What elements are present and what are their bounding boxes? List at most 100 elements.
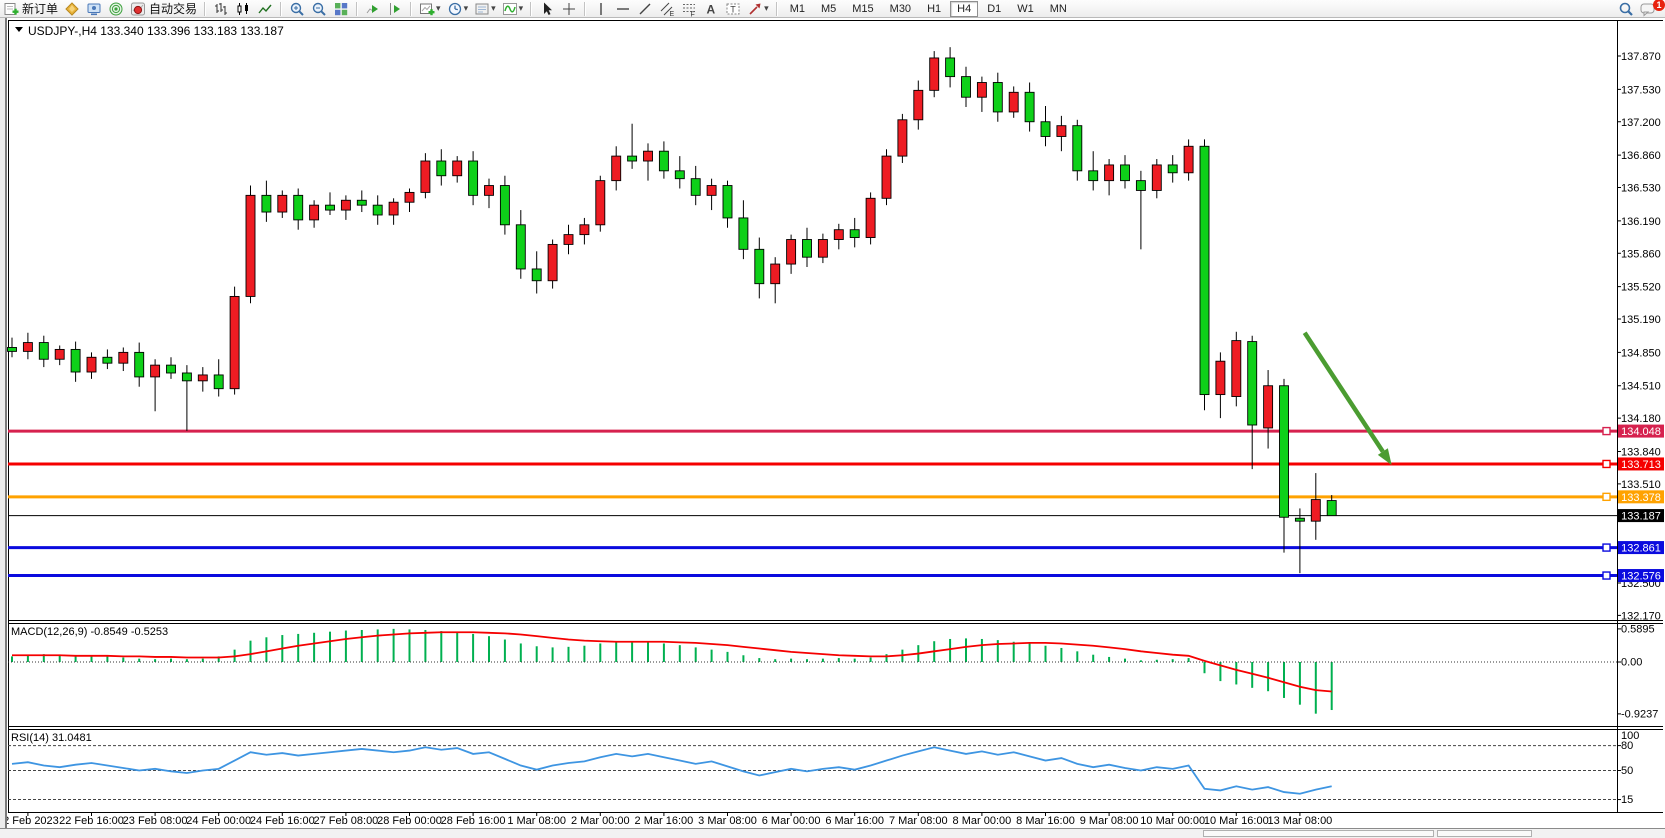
chat-button[interactable]: 1	[1638, 1, 1658, 17]
time-axis: 22 Feb 202322 Feb 16:0023 Feb 08:0024 Fe…	[0, 812, 1332, 827]
toolbar-separator	[204, 2, 206, 16]
price-badge-value: 132.576	[1621, 571, 1661, 583]
time-tick: 3 Mar 08:00	[698, 815, 757, 827]
toolbar-separator	[584, 2, 586, 16]
auto-scroll-button[interactable]	[363, 1, 383, 17]
templates-button[interactable]: ▾	[472, 1, 498, 17]
price-badge-value: 132.861	[1621, 543, 1661, 555]
arrows-button[interactable]: ▾	[745, 1, 771, 17]
timeframe-M15[interactable]: M15	[845, 1, 880, 17]
text-button[interactable]: A	[701, 1, 721, 17]
price-tick: 134.180	[1621, 413, 1661, 425]
fibonacci-button[interactable]: F	[679, 1, 699, 17]
candle	[675, 171, 684, 179]
time-tick: 22 Feb 16:00	[59, 815, 124, 827]
symbol-ohlc-title: USDJPY-,H4 133.340 133.396 133.183 133.1…	[28, 24, 284, 38]
timeframe-M1[interactable]: M1	[783, 1, 812, 17]
tile-windows-button[interactable]	[331, 1, 351, 17]
time-tick: 24 Feb 16:00	[250, 815, 315, 827]
chevron-down-icon[interactable]: ▾	[436, 3, 441, 14]
search-button[interactable]	[1616, 1, 1636, 17]
price-tick: 137.530	[1621, 84, 1661, 96]
hline-handle[interactable]	[1603, 544, 1610, 551]
candle	[914, 90, 923, 119]
chevron-down-icon[interactable]: ▾	[491, 3, 496, 14]
chart-title: USDJPY-,H4 133.340 133.396 133.183 133.1…	[15, 24, 284, 38]
text-label-button[interactable]: T	[723, 1, 743, 17]
hline-handle[interactable]	[1603, 460, 1610, 467]
zoom-in-button[interactable]	[287, 1, 307, 17]
timeframe-H4[interactable]: H4	[950, 1, 978, 17]
zoom-out-button[interactable]	[309, 1, 329, 17]
timeframe-H1[interactable]: H1	[920, 1, 948, 17]
new-chart-plus-icon	[419, 1, 435, 17]
vertical-line-button[interactable]	[591, 1, 611, 17]
line-chart-icon	[257, 1, 273, 17]
timeframe-MN[interactable]: MN	[1043, 1, 1074, 17]
price-tick: 136.530	[1621, 183, 1661, 195]
price-tick: 136.860	[1621, 150, 1661, 162]
price-tick: 137.870	[1621, 51, 1661, 63]
indicators-button[interactable]: ▾	[500, 1, 526, 17]
bars-chart-icon	[213, 1, 229, 17]
hline-handle[interactable]	[1603, 428, 1610, 435]
period-button[interactable]: ▾	[445, 1, 471, 17]
candle	[739, 218, 748, 249]
candle	[962, 77, 971, 98]
candle-chart-mode-button[interactable]	[233, 1, 253, 17]
candle	[119, 352, 128, 363]
candle	[1073, 126, 1082, 171]
time-tick: 2 Mar 00:00	[571, 815, 630, 827]
candle	[326, 205, 335, 210]
time-tick: 8 Mar 16:00	[1016, 815, 1075, 827]
signal-radar-icon	[108, 1, 124, 17]
new-order-button[interactable]: 新订单	[1, 1, 60, 17]
hline-icon	[615, 1, 631, 17]
price-tick: 132.170	[1621, 610, 1661, 622]
autotrade-dot-icon	[130, 1, 146, 17]
horizontal-line-button[interactable]	[613, 1, 633, 17]
cursor-button[interactable]	[537, 1, 557, 17]
candle	[993, 82, 1002, 111]
signals-button[interactable]	[106, 1, 126, 17]
candle	[357, 200, 366, 205]
hline-handle[interactable]	[1603, 493, 1610, 500]
chevron-down-icon[interactable]: ▾	[764, 3, 769, 14]
cursor-arrow-icon	[539, 1, 555, 17]
community-button[interactable]	[84, 1, 104, 17]
hline-handle[interactable]	[1603, 572, 1610, 579]
candle	[834, 230, 843, 240]
time-tick: 8 Mar 00:00	[953, 815, 1012, 827]
timeframe-M5[interactable]: M5	[814, 1, 843, 17]
auto-trading-button[interactable]: 自动交易	[128, 1, 199, 17]
crosshair-button[interactable]	[559, 1, 579, 17]
timeframe-M30[interactable]: M30	[883, 1, 918, 17]
market-button[interactable]	[62, 1, 82, 17]
chart-shift-button[interactable]	[385, 1, 405, 17]
candle	[23, 343, 32, 352]
chart-canvas[interactable]: 137.870137.530137.200136.860136.530136.1…	[0, 0, 1665, 837]
template-icon	[474, 1, 490, 17]
price-badge-value: 133.378	[1621, 492, 1661, 504]
timeframe-D1[interactable]: D1	[980, 1, 1008, 17]
candle	[1216, 361, 1225, 394]
search-icon	[1618, 1, 1634, 17]
candle	[182, 373, 191, 381]
new-chart-button[interactable]: ▾	[417, 1, 443, 17]
candle	[341, 200, 350, 210]
candle	[787, 240, 796, 265]
chevron-down-icon[interactable]: ▾	[519, 3, 524, 14]
panel-frames	[0, 17, 1665, 830]
bar-chart-mode-button[interactable]	[211, 1, 231, 17]
rsi-level-label: 50	[1621, 765, 1633, 777]
candle	[644, 151, 653, 161]
candle	[628, 156, 637, 161]
line-chart-mode-button[interactable]	[255, 1, 275, 17]
candle	[469, 161, 478, 195]
equidistant-channel-button[interactable]: E	[657, 1, 677, 17]
candle	[421, 161, 430, 192]
trendline-button[interactable]	[635, 1, 655, 17]
timeframe-W1[interactable]: W1	[1010, 1, 1041, 17]
candle	[1295, 518, 1304, 521]
chevron-down-icon[interactable]: ▾	[464, 3, 469, 14]
